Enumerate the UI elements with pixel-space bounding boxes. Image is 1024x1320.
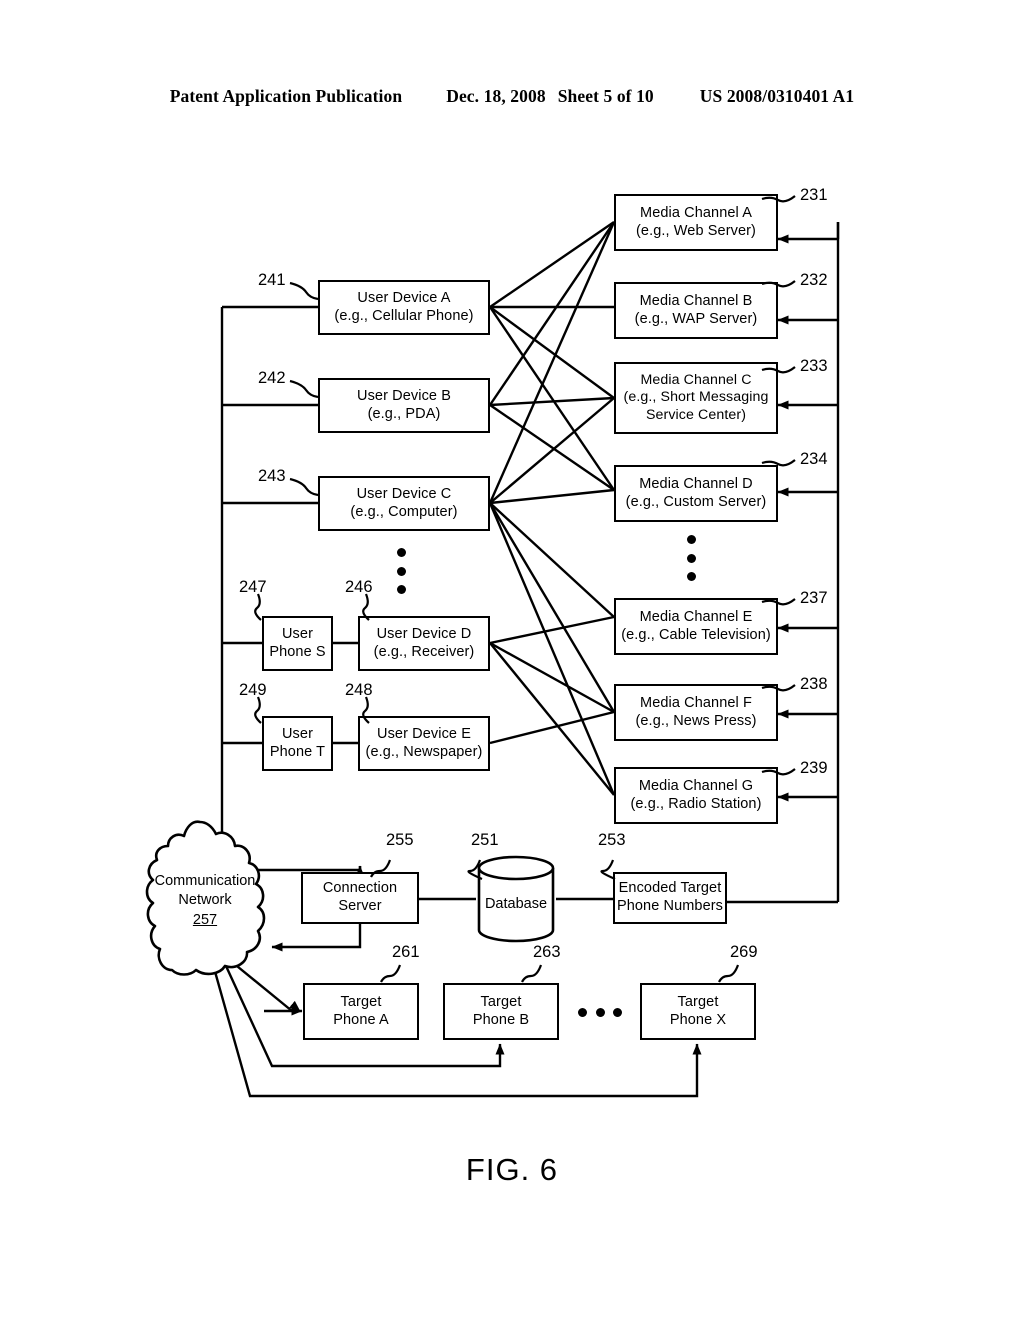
refnum-269: 269 xyxy=(730,943,758,961)
ellipsis-dot xyxy=(595,1007,605,1017)
refnum-255: 255 xyxy=(386,831,414,849)
ellipsis-dot xyxy=(613,1007,622,1017)
refnum-253: 253 xyxy=(598,831,626,849)
refnum-263: 263 xyxy=(533,943,561,961)
patent-figure-6: Media Channel A (e.g., Web Server) 231 M… xyxy=(0,0,1024,1320)
target-phone-ellipsis xyxy=(578,1007,622,1017)
reference-leader-lines xyxy=(254,195,796,983)
refnum-251: 251 xyxy=(471,831,499,849)
refnum-261: 261 xyxy=(392,943,420,961)
ellipsis-dot xyxy=(578,1007,587,1017)
